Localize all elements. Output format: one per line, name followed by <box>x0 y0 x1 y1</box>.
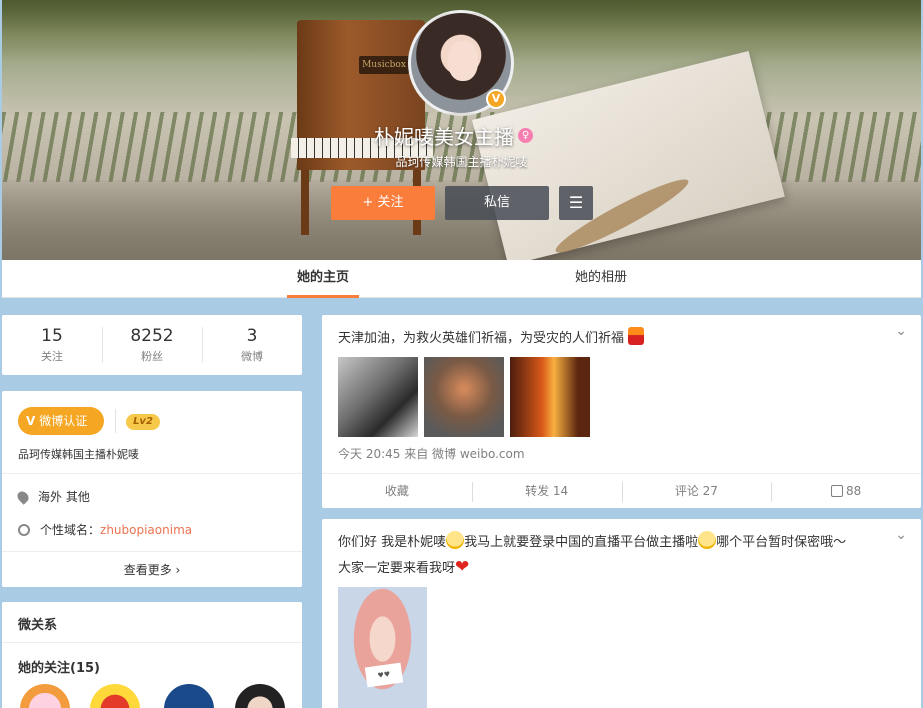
divider <box>2 473 302 474</box>
message-button[interactable]: 私信 <box>445 186 549 220</box>
stat-posts-count: 3 <box>246 326 258 346</box>
repost-button[interactable]: 转发 14 <box>471 474 622 508</box>
relations-title: 微关系 <box>18 618 58 633</box>
stat-followers[interactable]: 8252 粉丝 <box>102 315 202 375</box>
stat-followers-label: 粉丝 <box>141 350 163 363</box>
stat-following-label: 关注 <box>41 350 63 363</box>
like-button[interactable]: 88 <box>771 474 921 508</box>
feed-text-part: 哪个平台暂时保密哦～ <box>716 535 847 550</box>
stat-following[interactable]: 15 关注 <box>2 315 102 375</box>
stat-posts[interactable]: 3 微博 <box>202 315 302 375</box>
tab-album[interactable]: 她的相册 <box>560 260 642 298</box>
profile-name-row: 朴妮唛美女主播 ♀ <box>374 121 533 149</box>
feed-item: ⌄ 你们好 我是朴妮唛 我马上就要登录中国的直播平台做主播啦 哪个平台暂时保密哦～ … <box>322 519 921 708</box>
collect-button[interactable]: 收藏 <box>322 474 472 508</box>
info-card: V 微博认证 Lv2 品珂传媒韩国主播朴妮唛 海外 其他 个性域名：zhubopi… <box>2 391 302 587</box>
feed-image[interactable] <box>510 357 590 437</box>
location-text: 海外 其他 <box>38 490 90 504</box>
chevron-down-icon[interactable]: ⌄ <box>895 323 907 339</box>
verify-description: 品珂传媒韩国主播朴妮唛 <box>18 448 139 461</box>
feed-image[interactable] <box>338 357 418 437</box>
feed-image[interactable] <box>424 357 504 437</box>
divider <box>2 642 302 643</box>
feed-text-content: 天津加油，为救火英雄们祈福，为受灾的人们祈福 <box>338 331 625 346</box>
feed-meta[interactable]: 今天 20:45 来自 微博 weibo.com <box>338 445 525 462</box>
following-avatar[interactable] <box>164 684 214 708</box>
emoji-icon <box>698 531 717 549</box>
feed-text-part: 我马上就要登录中国的直播平台做主播啦 <box>464 535 699 550</box>
verified-badge-icon: V <box>486 89 506 109</box>
verify-v-icon: V <box>26 414 36 428</box>
location-row: 海外 其他 <box>15 488 90 505</box>
feed-text-part: 你们好 我是朴妮唛 <box>338 535 447 550</box>
verify-label: 微博认证 <box>39 414 88 428</box>
location-icon <box>15 488 31 505</box>
divider <box>115 409 116 433</box>
stat-posts-label: 微博 <box>241 350 263 363</box>
follow-button[interactable]: + 关注 <box>331 186 435 220</box>
divider <box>2 551 302 552</box>
profile-intro: 品珂传媒韩国主播朴妮唛 <box>395 155 528 169</box>
following-avatar[interactable] <box>235 684 285 708</box>
relations-card: 微关系 她的关注(15) <box>2 602 302 708</box>
feed-item: ⌄ 天津加油，为救火英雄们祈福，为受灾的人们祈福 今天 20:45 来自 微博 … <box>322 315 921 508</box>
level-badge[interactable]: Lv2 <box>126 414 160 430</box>
thumbs-up-icon <box>830 485 843 497</box>
emoji-icon <box>446 531 465 549</box>
feed-actions: 收藏 转发 14 评论 27 88 <box>322 473 921 508</box>
tab-home[interactable]: 她的主页 <box>287 260 359 298</box>
link-icon <box>18 523 30 536</box>
stat-followers-count: 8252 <box>130 326 174 346</box>
stats-card: 15 关注 8252 粉丝 3 微博 <box>2 315 302 375</box>
female-icon: ♀ <box>518 127 533 143</box>
comment-button[interactable]: 评论 27 <box>621 474 772 508</box>
feed-text: 天津加油，为救火英雄们祈福，为受灾的人们祈福 <box>338 327 645 351</box>
domain-link[interactable]: zhubopiaonima <box>100 523 192 537</box>
menu-icon[interactable]: ☰ <box>559 186 593 220</box>
stat-following-count: 15 <box>41 326 63 346</box>
profile-name: 朴妮唛美女主播 <box>374 124 514 149</box>
domain-label: 个性域名： <box>40 523 101 537</box>
domain-row: 个性域名：zhubopiaonima <box>18 521 192 538</box>
following-avatar[interactable] <box>20 684 70 708</box>
heart-icon: ❤ <box>455 557 470 577</box>
following-avatar[interactable] <box>90 684 140 708</box>
piano-plate: Musicbox <box>359 56 409 74</box>
verify-badge[interactable]: V 微博认证 <box>18 407 104 435</box>
following-title[interactable]: 她的关注(15) <box>18 657 100 676</box>
feed-text-part: 大家一定要来看我呀 <box>338 561 456 576</box>
feed-image[interactable]: ♥♥ <box>338 587 427 708</box>
feed-text: 你们好 我是朴妮唛 我马上就要登录中国的直播平台做主播啦 哪个平台暂时保密哦～ 大家… <box>338 531 903 581</box>
like-count: 88 <box>845 484 862 498</box>
see-more-link[interactable]: 查看更多 › <box>2 561 302 578</box>
candle-emoji-icon <box>628 327 645 345</box>
profile-tabbar: 她的主页 她的相册 <box>2 260 921 298</box>
